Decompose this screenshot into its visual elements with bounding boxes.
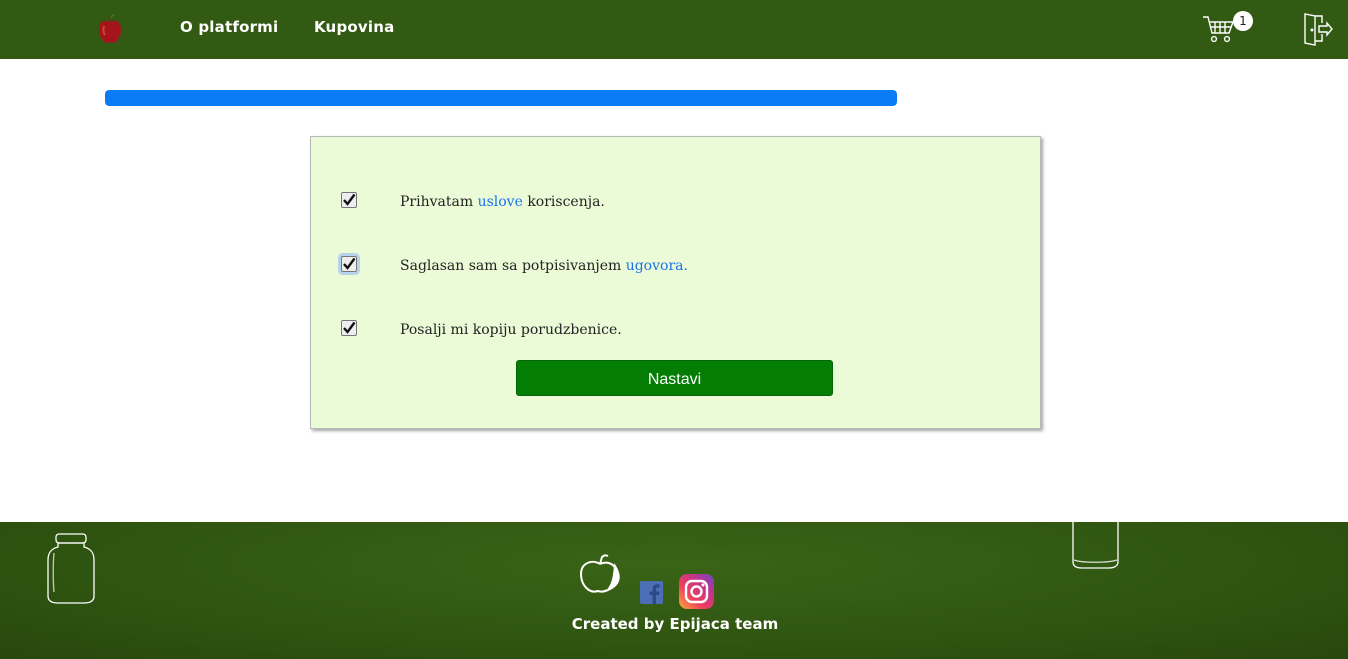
contract-checkbox[interactable]: [341, 256, 357, 272]
footer-credit: Created by Epijaca team: [0, 615, 1348, 633]
checkmark-icon: [343, 257, 356, 270]
logout-door-icon[interactable]: [1302, 12, 1334, 46]
terms-checkbox[interactable]: [341, 192, 357, 208]
apple-logo-icon[interactable]: [96, 14, 124, 46]
jar-icon: [1068, 522, 1122, 574]
order-copy-row: Posalji mi kopiju porudzbenice.: [311, 316, 1040, 346]
terms-link[interactable]: uslove: [478, 194, 523, 210]
jar-icon: [44, 532, 98, 610]
progress-fill: [105, 90, 897, 106]
continue-button[interactable]: Nastavi: [516, 360, 833, 396]
nav-link-about[interactable]: O platformi: [180, 18, 278, 36]
checkmark-icon: [343, 193, 356, 206]
progress-bar: [105, 90, 897, 106]
agreement-card: Prihvatam uslove koriscenja. Saglasan sa…: [310, 136, 1041, 429]
apple-outline-icon: [578, 554, 626, 600]
contract-label: Saglasan sam sa potpisivanjem ugovora.: [400, 258, 688, 274]
order-copy-label: Posalji mi kopiju porudzbenice.: [400, 322, 622, 338]
nav-link-shop[interactable]: Kupovina: [314, 18, 394, 36]
contract-row: Saglasan sam sa potpisivanjem ugovora.: [311, 252, 1040, 282]
terms-text-after: koriscenja.: [522, 194, 605, 210]
cart-count-badge: 1: [1233, 11, 1253, 31]
top-navbar: O platformi Kupovina 1: [0, 0, 1348, 59]
checkmark-icon: [343, 321, 356, 334]
facebook-icon[interactable]: [640, 581, 663, 604]
contract-text-before: Saglasan sam sa potpisivanjem: [400, 258, 626, 274]
terms-row: Prihvatam uslove koriscenja.: [311, 188, 1040, 218]
terms-text-before: Prihvatam: [400, 194, 478, 210]
footer-credit-text: Created by Epijaca team: [571, 615, 779, 633]
instagram-icon[interactable]: [679, 574, 714, 609]
terms-label: Prihvatam uslove koriscenja.: [400, 194, 605, 210]
contract-link[interactable]: ugovora.: [626, 258, 688, 274]
footer: Created by Epijaca team: [0, 522, 1348, 659]
cart-icon[interactable]: [1202, 14, 1236, 44]
order-copy-checkbox[interactable]: [341, 320, 357, 336]
